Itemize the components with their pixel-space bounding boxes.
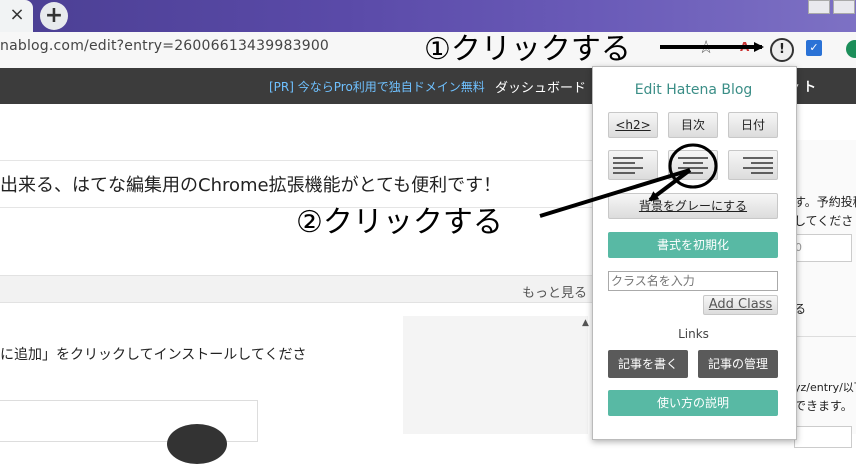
bookmark-star-icon[interactable]: ☆	[698, 37, 714, 58]
window-maximize-button[interactable]	[833, 0, 855, 14]
sidebar-text: してくださ	[794, 214, 854, 228]
sidebar-text: できます。	[794, 399, 853, 413]
manage-posts-button[interactable]: 記事の管理	[698, 350, 778, 378]
window-minimize-button[interactable]	[808, 0, 830, 14]
align-center-icon	[678, 157, 708, 174]
popup-title: Edit Hatena Blog	[634, 82, 753, 98]
annotation-step-2: ②クリックする	[296, 205, 503, 240]
pr-link[interactable]: [PR] 今ならPro利用で独自ドメイン無料	[269, 78, 485, 95]
sidebar-divider	[794, 336, 856, 337]
dashboard-link[interactable]: ダッシュボード	[495, 77, 586, 96]
align-left-icon	[613, 157, 643, 174]
editor-body-text[interactable]: に追加」をクリックしてインストールしてくださ	[0, 344, 306, 364]
align-center-button[interactable]	[668, 150, 718, 180]
gray-background-button[interactable]: 背景をグレーにする	[608, 193, 778, 219]
align-left-button[interactable]	[608, 150, 658, 180]
sidebar-input[interactable]: 0	[794, 234, 852, 262]
hatena-extension-icon[interactable]: !	[770, 38, 794, 62]
align-right-button[interactable]	[728, 150, 778, 180]
more-link[interactable]: もっと見る	[522, 282, 587, 301]
how-to-button[interactable]: 使い方の説明	[608, 390, 778, 416]
h2-button[interactable]: <h2>	[608, 112, 658, 138]
sidebar-text: yz/entry/以下	[794, 381, 856, 394]
links-label: Links	[678, 327, 709, 341]
class-name-input[interactable]	[608, 271, 778, 291]
toc-button[interactable]: 目次	[668, 112, 718, 138]
sidebar-text: す。予約投稿	[794, 195, 856, 209]
add-class-button[interactable]: Add Class	[703, 295, 778, 315]
preview-panel	[403, 316, 588, 434]
reset-format-button[interactable]: 書式を初期化	[608, 232, 778, 258]
extension-icon[interactable]: A	[740, 40, 756, 56]
editor-toolbar	[0, 275, 600, 303]
address-bar[interactable]: nablog.com/edit?entry=26006613439983900	[0, 38, 329, 54]
extension-check-icon[interactable]: ✓	[806, 40, 822, 56]
write-post-button[interactable]: 記事を書く	[608, 350, 688, 378]
browser-tab-bar	[0, 0, 856, 32]
scroll-up-icon[interactable]: ▲	[582, 318, 589, 328]
post-title[interactable]: 出来る、はてな編集用のChrome拡張機能がとても便利です！	[0, 171, 501, 197]
sidebar-url-input[interactable]	[794, 426, 852, 448]
annotation-step-1: ①クリックする	[424, 32, 631, 67]
date-button[interactable]: 日付	[728, 112, 778, 138]
avatar	[167, 424, 227, 464]
tab-close-icon[interactable]: ×	[6, 4, 28, 26]
new-tab-button[interactable]: +	[40, 2, 68, 30]
align-right-icon	[743, 157, 773, 174]
